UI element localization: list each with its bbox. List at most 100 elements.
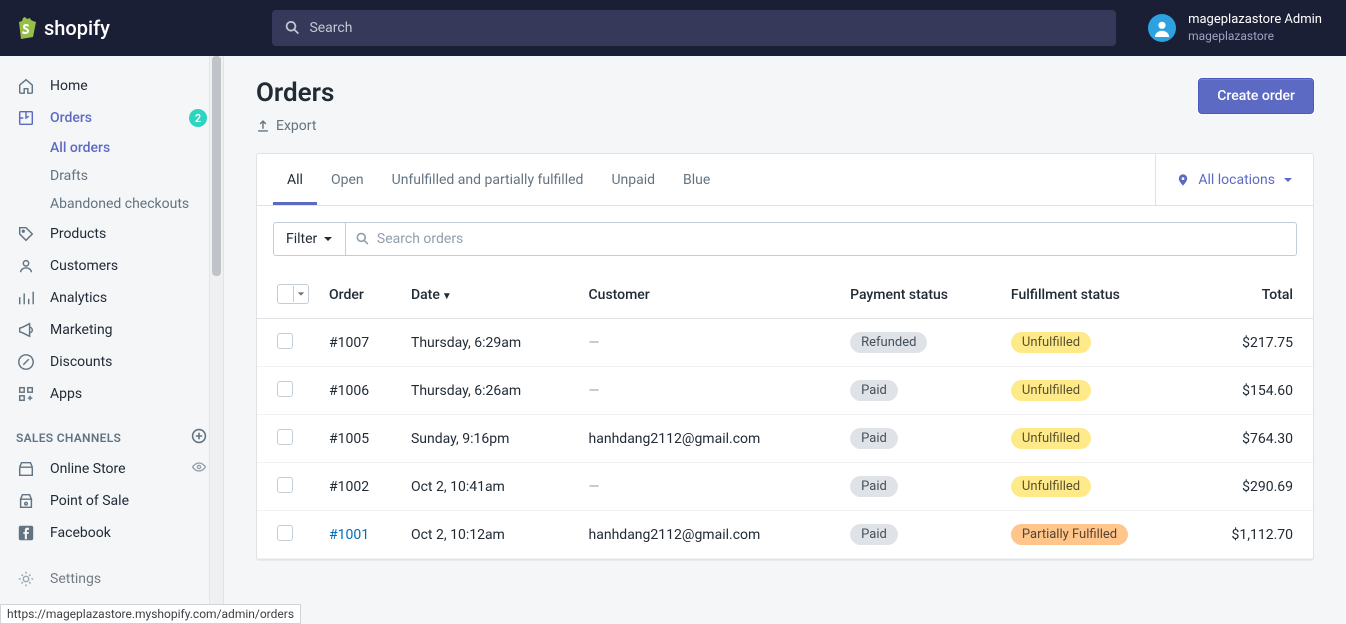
brand-text: shopify [44,16,110,40]
sidebar-item-apps[interactable]: Apps [0,378,223,410]
sidebar-item-customers[interactable]: Customers [0,250,223,282]
fulfillment-badge: Partially Fulfilled [1011,524,1128,545]
search-icon [355,231,371,247]
row-checkbox[interactable] [277,429,293,445]
gear-icon [16,569,36,589]
export-button[interactable]: Export [256,118,316,134]
order-date: Sunday, 9:16pm [401,415,579,463]
logo-area[interactable]: shopify [0,16,240,40]
subnav-abandoned-checkouts[interactable]: Abandoned checkouts [50,190,223,218]
order-customer: — [579,319,841,367]
search-icon [284,19,301,37]
col-customer[interactable]: Customer [579,272,841,319]
global-search[interactable] [272,10,1116,46]
search-orders-input[interactable] [377,231,1286,247]
chevron-down-icon [1283,175,1293,185]
order-total: $1,112.70 [1188,511,1313,559]
payment-badge: Refunded [850,332,927,353]
row-checkbox[interactable] [277,381,293,397]
order-customer: hanhdang2112@gmail.com [579,511,841,559]
order-customer: hanhdang2112@gmail.com [579,415,841,463]
table-row[interactable]: #1005 Sunday, 9:16pm hanhdang2112@gmail.… [257,415,1313,463]
order-date: Thursday, 6:29am [401,319,579,367]
table-row[interactable]: #1007 Thursday, 6:29am — Refunded Unfulf… [257,319,1313,367]
sidebar-item-settings[interactable]: Settings [0,563,223,595]
user-name: mageplazastore Admin [1188,12,1322,29]
order-id: #1006 [329,383,369,399]
order-total: $290.69 [1188,463,1313,511]
row-checkbox[interactable] [277,333,293,349]
orders-badge: 2 [189,109,207,127]
locations-dropdown[interactable]: All locations [1155,154,1313,205]
subnav-drafts[interactable]: Drafts [50,162,223,190]
shopify-logo: shopify [16,16,110,40]
sidebar-item-discounts[interactable]: Discounts [0,346,223,378]
channel-facebook[interactable]: Facebook [0,517,223,549]
sidebar-item-home[interactable]: Home [0,70,223,102]
tab-open[interactable]: Open [317,154,378,205]
products-icon [16,224,36,244]
tab-unfulfilled-and-partially-fulfilled[interactable]: Unfulfilled and partially fulfilled [378,154,598,205]
order-customer: — [579,367,841,415]
user-menu[interactable]: mageplazastore Admin mageplazastore [1148,12,1346,44]
order-link[interactable]: #1001 [329,527,369,543]
sidebar: Home Orders 2 All ordersDraftsAbandoned … [0,56,224,624]
channels-heading: SALES CHANNELS [0,410,223,453]
fulfillment-badge: Unfulfilled [1011,428,1091,449]
order-id: #1002 [329,479,369,495]
order-date: Oct 2, 10:12am [401,511,579,559]
row-checkbox[interactable] [277,525,293,541]
select-all-checkbox[interactable] [277,284,309,304]
browser-status-bar: https://mageplazastore.myshopify.com/adm… [0,604,301,624]
analytics-icon [16,288,36,308]
add-channel-button[interactable] [191,428,207,447]
tab-blue[interactable]: Blue [669,154,724,205]
order-id: #1005 [329,431,369,447]
order-date: Oct 2, 10:41am [401,463,579,511]
sidebar-scrollbar[interactable] [209,56,223,624]
col-order[interactable]: Order [319,272,401,319]
top-bar: shopify mageplazastore Admin mageplazast… [0,0,1346,56]
location-icon [1176,173,1190,187]
fulfillment-badge: Unfulfilled [1011,380,1091,401]
filter-button[interactable]: Filter [273,222,346,256]
col-total[interactable]: Total [1188,272,1313,319]
table-row[interactable]: #1002 Oct 2, 10:41am — Paid Unfulfilled … [257,463,1313,511]
row-checkbox[interactable] [277,477,293,493]
store-name: mageplazastore [1188,29,1322,45]
payment-badge: Paid [850,428,898,449]
sidebar-item-marketing[interactable]: Marketing [0,314,223,346]
payment-badge: Paid [850,380,898,401]
global-search-input[interactable] [309,20,1104,36]
table-row[interactable]: #1001 Oct 2, 10:12am hanhdang2112@gmail.… [257,511,1313,559]
channel-online-store[interactable]: Online Store [0,453,223,485]
eye-icon[interactable] [191,459,207,479]
orders-card: AllOpenUnfulfilled and partially fulfill… [256,153,1314,560]
pos-icon [16,491,36,511]
sort-desc-icon: ▼ [442,291,452,302]
tab-all[interactable]: All [273,154,317,205]
store-icon [16,459,36,479]
subnav-all-orders[interactable]: All orders [50,134,223,162]
tab-unpaid[interactable]: Unpaid [597,154,669,205]
search-orders[interactable] [345,222,1297,256]
payment-badge: Paid [850,476,898,497]
channel-point-of-sale[interactable]: Point of Sale [0,485,223,517]
col-fulfillment[interactable]: Fulfillment status [1001,272,1188,319]
order-total: $764.30 [1188,415,1313,463]
sidebar-item-analytics[interactable]: Analytics [0,282,223,314]
main-content: Orders Export Create order AllOpenUnfulf… [224,56,1346,624]
col-date[interactable]: Date▼ [401,272,579,319]
order-customer: — [579,463,841,511]
table-row[interactable]: #1006 Thursday, 6:26am — Paid Unfulfille… [257,367,1313,415]
order-id: #1007 [329,335,369,351]
customers-icon [16,256,36,276]
col-payment[interactable]: Payment status [840,272,1001,319]
orders-table: Order Date▼ Customer Payment status Fulf… [257,272,1313,559]
sidebar-item-orders[interactable]: Orders 2 [0,102,223,134]
payment-badge: Paid [850,524,898,545]
user-text: mageplazastore Admin mageplazastore [1188,12,1322,44]
create-order-button[interactable]: Create order [1198,78,1314,114]
fulfillment-badge: Unfulfilled [1011,332,1091,353]
sidebar-item-products[interactable]: Products [0,218,223,250]
